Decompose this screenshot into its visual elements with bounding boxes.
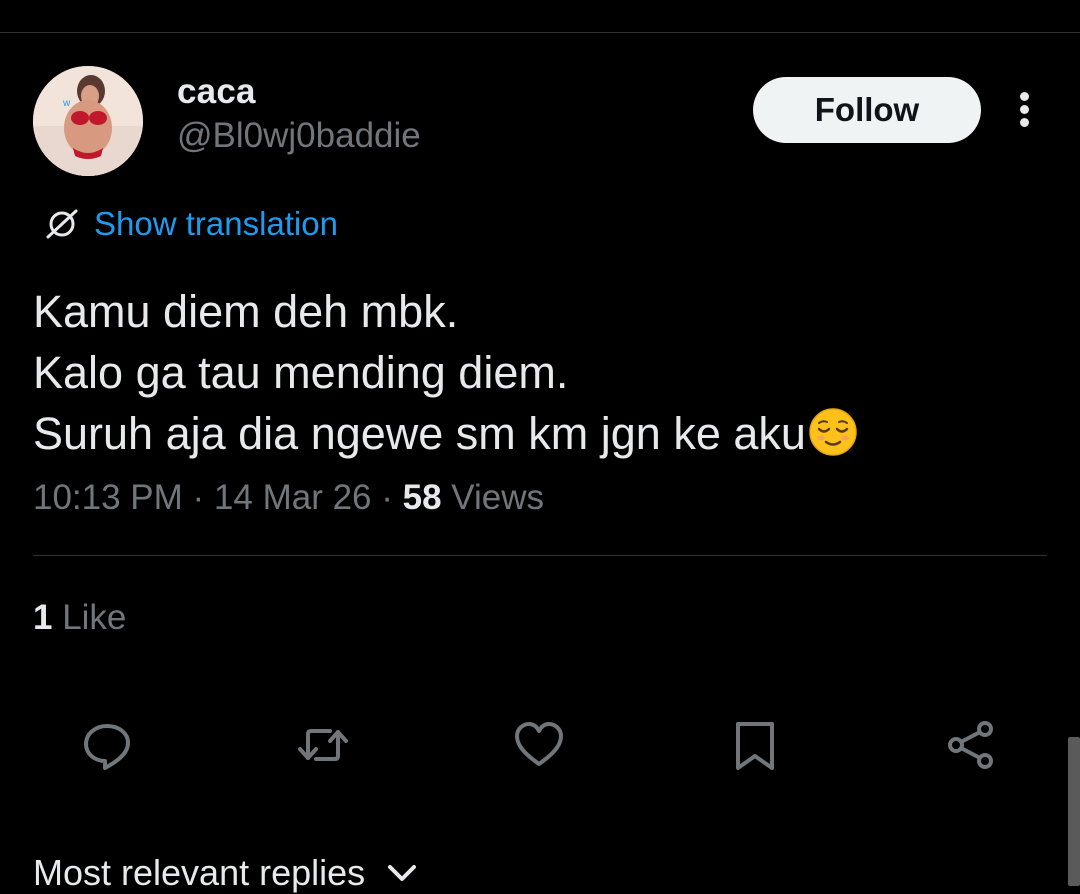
meta-separator: · — [371, 478, 403, 517]
bookmark-button[interactable] — [725, 715, 785, 775]
more-icon-dot — [1020, 105, 1029, 114]
likes-label: Like — [52, 598, 127, 637]
meta-separator: · — [182, 478, 214, 517]
retweet-icon — [298, 729, 348, 761]
user-handle[interactable]: @Bl0wj0baddie — [177, 116, 421, 156]
retweet-button[interactable] — [293, 715, 353, 775]
views-label: Views — [441, 478, 545, 517]
scrollbar[interactable] — [1068, 737, 1080, 886]
heart-icon — [515, 722, 563, 766]
relieved-face-icon — [809, 408, 857, 456]
top-divider — [0, 32, 1080, 33]
svg-text:w: w — [62, 98, 71, 109]
bookmark-icon — [736, 722, 774, 770]
tweet-line: Kamu diem deh mbk. — [33, 286, 459, 337]
more-options-button[interactable] — [1005, 88, 1045, 132]
replies-sort-dropdown[interactable]: Most relevant replies — [33, 852, 419, 894]
avatar[interactable]: w — [33, 66, 143, 176]
tweet-time[interactable]: 10:13 PM — [33, 478, 183, 517]
tweet-meta: 10:13 PM · 14 Mar 26 · 58 Views — [33, 478, 544, 518]
tweet-line-text: Suruh aja dia ngewe sm km jgn ke aku — [33, 408, 806, 459]
tweet-text: Kamu diem deh mbk. Kalo ga tau mending d… — [33, 281, 1033, 464]
reply-button[interactable] — [77, 715, 137, 775]
like-button[interactable] — [509, 715, 569, 775]
chevron-down-icon — [388, 865, 417, 881]
more-icon — [1020, 92, 1029, 101]
show-translation-link[interactable]: Show translation — [44, 202, 338, 246]
show-translation-label: Show translation — [94, 205, 338, 242]
likes-count: 1 — [33, 598, 53, 637]
follow-button[interactable]: Follow — [753, 77, 981, 143]
avatar-image: w — [33, 66, 143, 176]
tweet-date[interactable]: 14 Mar 26 — [214, 478, 372, 517]
reply-icon — [84, 724, 130, 770]
share-icon — [948, 721, 993, 769]
more-icon-dot — [1020, 118, 1029, 127]
translate-icon — [46, 209, 78, 239]
likes-link[interactable]: 1 Like — [33, 598, 126, 638]
tweet-line: Suruh aja dia ngewe sm km jgn ke aku — [33, 403, 1033, 464]
replies-sort-label: Most relevant replies — [33, 852, 366, 893]
share-button[interactable] — [941, 715, 1001, 775]
display-name[interactable]: caca — [177, 72, 256, 112]
divider — [33, 555, 1047, 556]
views-count: 58 — [402, 478, 442, 517]
tweet-line: Kalo ga tau mending diem. — [33, 347, 569, 398]
